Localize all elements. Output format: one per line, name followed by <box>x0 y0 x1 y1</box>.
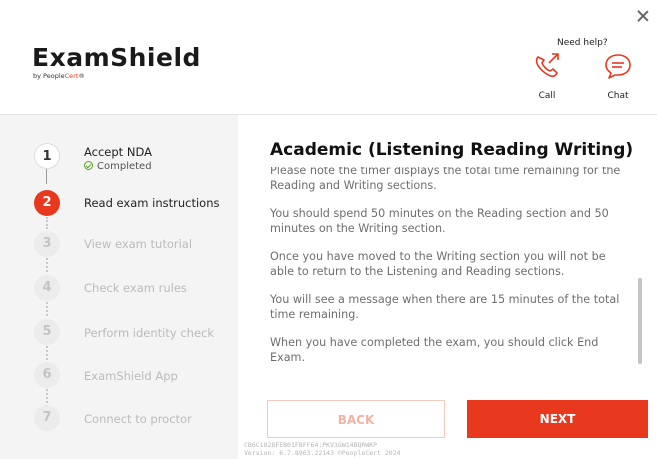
instruction-paragraph: Once you have moved to the Writing secti… <box>270 250 606 278</box>
phone-icon <box>535 53 559 78</box>
step-label: View exam tutorial <box>84 237 193 251</box>
instructions-scroll-area[interactable]: Please note the timer displays the total… <box>256 167 648 375</box>
page-title: Academic (Listening Reading Writing) <box>270 140 634 160</box>
step-label: Accept NDA <box>84 145 152 159</box>
step-connector <box>46 258 48 272</box>
step-connector <box>46 217 48 229</box>
step-number: 5 <box>34 319 60 345</box>
call-button[interactable]: Call <box>527 52 567 101</box>
step-label: Check exam rules <box>84 281 187 295</box>
instruction-paragraph: You should spend 50 minutes on the Readi… <box>270 207 609 235</box>
step-label: ExamShield App <box>84 369 178 383</box>
chat-label: Chat <box>607 91 629 101</box>
step-connector <box>46 302 48 316</box>
step-label: Connect to proctor <box>84 412 192 426</box>
step-status: Completed <box>84 161 152 172</box>
version-footer: CB6C1828FEB01FBFF64:PKV1GW14BQRWKP Versi… <box>244 441 401 457</box>
chat-button[interactable]: Chat <box>598 52 638 101</box>
step-connector <box>46 168 48 184</box>
brand-byline: by PeopleCert® <box>33 72 85 80</box>
need-help-label: Need help? <box>557 38 608 48</box>
step-number: 2 <box>34 190 60 216</box>
step-label: Perform identity check <box>84 326 214 340</box>
session-id: CB6C1828FEB01FBFF64:PKV1GW14BQRWKP <box>244 441 378 449</box>
step-label: Read exam instructions <box>84 196 220 210</box>
brand-name: ExamShield <box>32 43 201 72</box>
step-connector <box>46 389 48 403</box>
step-number: 7 <box>34 405 60 431</box>
back-button[interactable]: BACK <box>267 400 445 438</box>
next-button[interactable]: NEXT <box>467 400 648 438</box>
step-number: 6 <box>34 362 60 388</box>
step-number: 4 <box>34 275 60 301</box>
instructions-text: Please note the timer displays the total… <box>270 167 628 375</box>
instruction-paragraph: When you have completed the exam, you sh… <box>270 336 599 364</box>
step-connector <box>46 346 48 360</box>
instruction-paragraph: Please note the timer displays the total… <box>270 167 621 192</box>
chat-icon <box>605 54 631 79</box>
instruction-paragraph: You will see a message when there are 15… <box>270 293 620 321</box>
version-text: Version: 6.7.8963.22143 ©PeopleCert 2024 <box>244 449 401 457</box>
close-icon[interactable] <box>635 8 651 24</box>
brand-logo: ExamShield by PeopleCert® <box>32 43 201 81</box>
scrollbar-thumb[interactable] <box>638 278 642 364</box>
check-circle-icon <box>84 161 93 170</box>
step-number: 3 <box>34 231 60 257</box>
call-label: Call <box>538 91 556 101</box>
step-number: 1 <box>34 143 60 169</box>
